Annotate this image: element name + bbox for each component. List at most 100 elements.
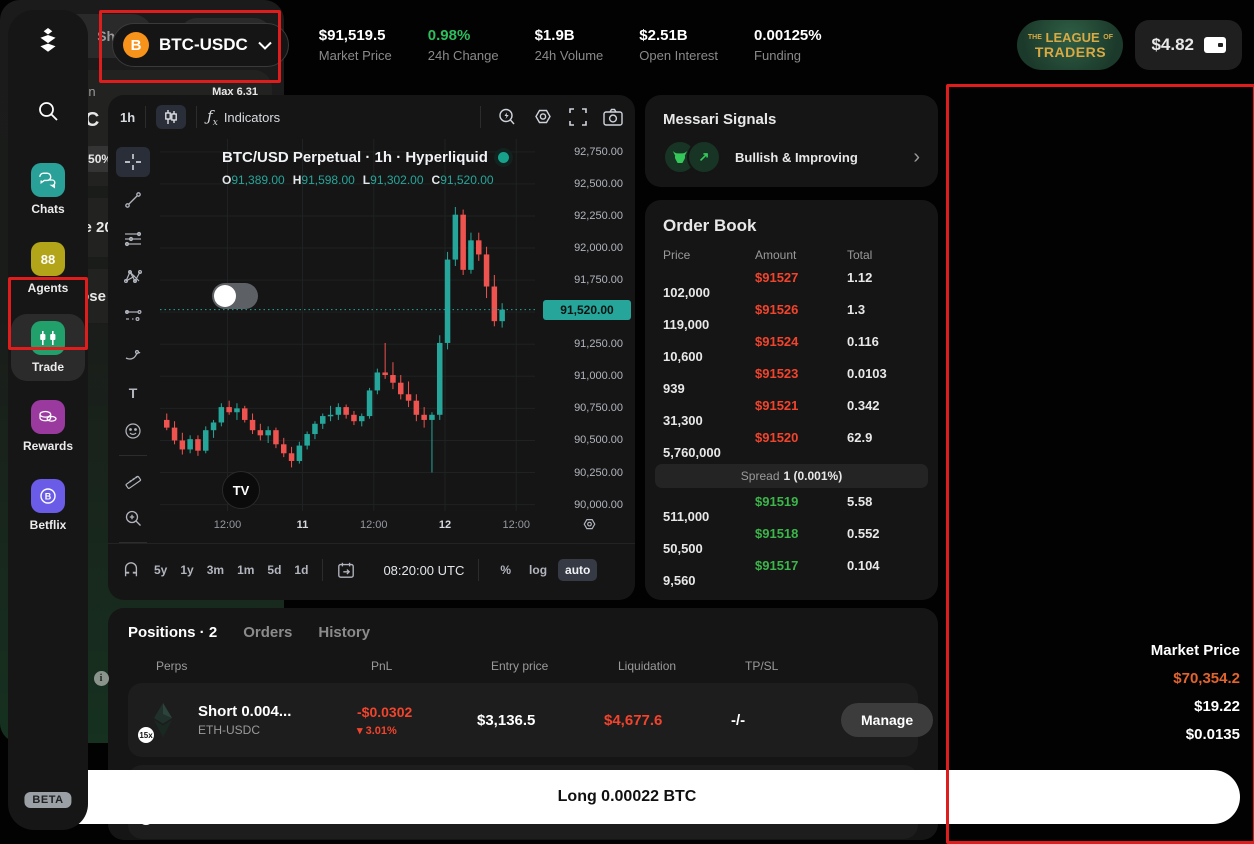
sidebar-item-agents[interactable]: 88Agents xyxy=(11,235,85,302)
amount-cell: 1.3 xyxy=(847,302,928,317)
summary-row: Liquidation$70,354.2 xyxy=(14,670,1240,687)
pair-selector[interactable]: B BTC-USDC xyxy=(112,23,289,67)
wallet-button[interactable]: $4.82 xyxy=(1135,20,1242,70)
brush-tool-icon[interactable] xyxy=(116,340,150,370)
order-book-panel: Order Book PriceAmountTotal $915271.1210… xyxy=(645,200,938,600)
info-icon[interactable] xyxy=(94,671,109,686)
indicators-button[interactable]: ƒx Indicators xyxy=(207,107,280,128)
order-summary: EntryMarket PriceLiquidation$70,354.2Siz… xyxy=(14,642,1240,754)
trade-icon xyxy=(31,321,65,355)
total-cell: 102,000 xyxy=(663,285,755,300)
auto-close-toggle[interactable] xyxy=(212,283,258,309)
stat-value: $91,519.5 xyxy=(319,27,392,44)
tab-positions[interactable]: Positions · 2 xyxy=(128,624,217,641)
ohlc-L: L91,302.00 xyxy=(363,173,424,187)
sidebar-item-trade[interactable]: Trade xyxy=(11,314,85,381)
time-tick: 12:00 xyxy=(360,519,388,531)
total-cell: 10,600 xyxy=(663,349,755,364)
chart-toolbar: 1h ƒx Indicators xyxy=(108,95,635,139)
topbar: B BTC-USDC $91,519.5Market Price0.98%24h… xyxy=(96,0,1254,90)
tab-orders[interactable]: Orders xyxy=(243,624,292,641)
ohlc-values: O91,389.00H91,598.00L91,302.00C91,520.00 xyxy=(222,173,494,187)
league-of-traders-badge[interactable]: THE LEAGUE OF TRADERS xyxy=(1017,20,1123,70)
spread-row: Spread 1 (0.001%) xyxy=(655,464,928,488)
time-tick: 12 xyxy=(439,519,451,531)
amount-cell: 5.58 xyxy=(847,494,928,509)
timeframe-1d[interactable]: 1d xyxy=(294,563,308,577)
price-tick: 90,000.00 xyxy=(574,499,623,511)
price-cell: $91518 xyxy=(755,526,847,541)
timeframe-5y[interactable]: 5y xyxy=(154,563,167,577)
tab-history[interactable]: History xyxy=(318,624,370,641)
price-cell: $91517 xyxy=(755,558,847,573)
ohlc-H: H91,598.00 xyxy=(293,173,355,187)
clock-button[interactable]: 08:20:00 UTC xyxy=(383,563,464,578)
price-cell: $91520 xyxy=(755,430,847,445)
text-tool-icon[interactable]: T xyxy=(116,378,150,408)
fib-tool-tool-icon[interactable] xyxy=(116,301,150,331)
chevron-right-icon[interactable]: › xyxy=(913,147,920,167)
trend-line-tool-icon[interactable] xyxy=(116,186,150,216)
summary-value: $70,354.2 xyxy=(1173,670,1240,687)
sidebar-item-chats[interactable]: Chats xyxy=(11,156,85,223)
order-book-bid-row[interactable]: $915195.58511,000 xyxy=(655,494,928,522)
scale-log[interactable]: log xyxy=(522,559,554,581)
interval-button[interactable]: 1h xyxy=(120,110,135,125)
price-tick: 92,750.00 xyxy=(574,146,623,158)
beta-badge: BETA xyxy=(24,792,71,808)
drawing-tools: T xyxy=(108,139,158,543)
settings-icon[interactable] xyxy=(533,107,553,127)
order-book-bid-row[interactable]: $915180.55250,500 xyxy=(655,526,928,554)
xabcd-pattern-tool-icon[interactable] xyxy=(116,263,150,293)
spread-label: Spread xyxy=(741,469,780,483)
zoom-in-tool-icon[interactable] xyxy=(116,503,150,533)
timeframe-3m[interactable]: 3m xyxy=(207,563,224,577)
horizontal-lines-tool-icon[interactable] xyxy=(116,224,150,254)
order-book-ask-row[interactable]: $915271.12102,000 xyxy=(655,270,928,298)
time-tick: 11 xyxy=(297,519,309,531)
stat-value: $2.51B xyxy=(639,27,718,44)
price-tick: 92,250.00 xyxy=(574,210,623,222)
fullscreen-icon[interactable] xyxy=(569,108,587,126)
total-cell: 50,500 xyxy=(663,541,755,556)
order-book-ask-row[interactable]: $915261.3119,000 xyxy=(655,302,928,330)
pair-symbol: BTC-USDC xyxy=(159,35,248,55)
scale-%[interactable]: % xyxy=(493,559,518,581)
axis-settings-icon[interactable] xyxy=(582,517,597,537)
order-book-bid-row[interactable]: $915170.1049,560 xyxy=(655,558,928,586)
order-book-headers: PriceAmountTotal xyxy=(655,236,928,270)
calendar-icon[interactable] xyxy=(337,561,355,579)
sidebar-item-betflix[interactable]: BBetflix xyxy=(11,472,85,539)
submit-order-button[interactable]: Long 0.00022 BTC xyxy=(14,770,1240,824)
order-book-ask-row[interactable]: $9152062.95,760,000 xyxy=(655,430,928,458)
candle-style-button[interactable] xyxy=(156,105,186,129)
price-tick: 90,500.00 xyxy=(574,434,623,446)
timeframe-1m[interactable]: 1m xyxy=(237,563,254,577)
order-book-bid-row[interactable] xyxy=(655,590,928,600)
timeframe-5d[interactable]: 5d xyxy=(267,563,281,577)
search-icon[interactable] xyxy=(36,99,60,128)
order-book-ask-row[interactable]: $915210.34231,300 xyxy=(655,398,928,426)
spread-value: 1 (0.001%) xyxy=(784,469,843,483)
order-book-header: Price xyxy=(663,248,755,262)
btc-icon: B xyxy=(123,32,149,58)
ruler-tool-icon[interactable] xyxy=(116,465,150,495)
sidebar-item-label: Betflix xyxy=(30,518,67,532)
sidebar-item-rewards[interactable]: Rewards xyxy=(11,393,85,460)
sidebar: Chats 88Agents Trade Rewards BBetflix BETA xyxy=(8,10,88,830)
summary-value: Market Price xyxy=(1151,642,1240,659)
crosshair-tool-icon[interactable] xyxy=(116,147,150,177)
camera-icon[interactable] xyxy=(603,108,623,126)
price-cell: $91527 xyxy=(755,270,847,285)
order-book-ask-row[interactable]: $915230.0103939 xyxy=(655,366,928,394)
alert-icon[interactable] xyxy=(497,107,517,127)
scale-auto[interactable]: auto xyxy=(558,559,597,581)
timeframe-1y[interactable]: 1y xyxy=(180,563,193,577)
emoji-tool-icon[interactable] xyxy=(116,417,150,447)
wallet-icon xyxy=(1204,36,1226,54)
tradingview-logo[interactable]: TV xyxy=(222,471,260,509)
order-book-ask-row[interactable]: $915240.11610,600 xyxy=(655,334,928,362)
magnet-icon[interactable] xyxy=(122,561,140,579)
total-cell: 511,000 xyxy=(663,509,755,524)
signals-row[interactable]: ↗ Bullish & Improving › xyxy=(663,140,920,174)
